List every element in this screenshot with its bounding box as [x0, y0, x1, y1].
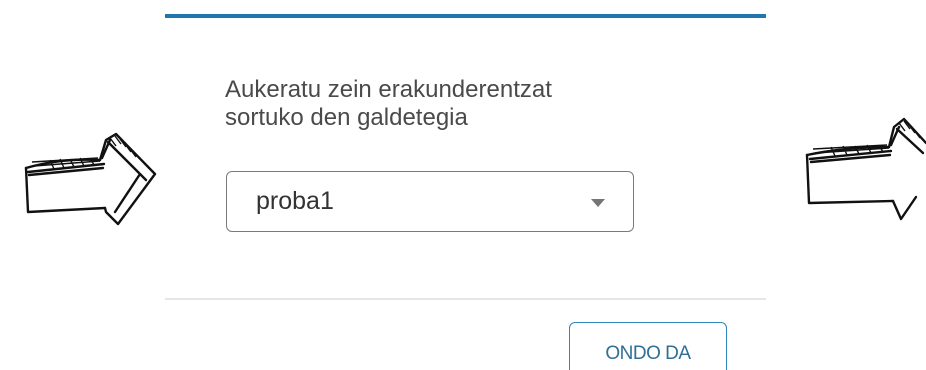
chevron-down-icon: [591, 199, 605, 207]
hand-drawn-arrow-icon: [805, 117, 926, 221]
screen: Aukeratu zein erakunderentzat sortuko de…: [0, 0, 926, 370]
organization-select-value: proba1: [256, 187, 334, 215]
dialog-divider: [165, 298, 766, 300]
ok-button-label: ONDO DA: [605, 343, 691, 364]
dialog-accent-bar: [165, 14, 766, 18]
organization-select[interactable]: proba1: [226, 171, 634, 232]
ok-button[interactable]: ONDO DA: [569, 322, 727, 370]
hand-drawn-arrow-icon: [24, 132, 157, 226]
dialog-prompt: Aukeratu zein erakunderentzat sortuko de…: [225, 76, 552, 131]
organization-dialog: Aukeratu zein erakunderentzat sortuko de…: [165, 14, 766, 370]
